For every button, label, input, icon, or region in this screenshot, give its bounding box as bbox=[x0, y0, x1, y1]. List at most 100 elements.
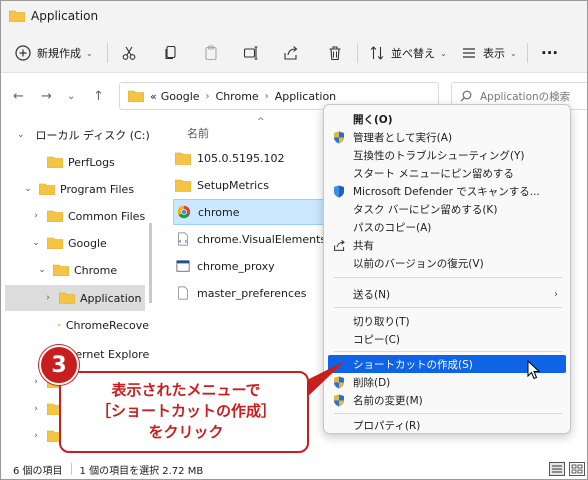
file-item-label: chrome_proxy bbox=[197, 259, 275, 273]
folder-icon bbox=[47, 237, 63, 249]
chrome-icon bbox=[177, 205, 191, 219]
tree-item-chrome[interactable]: ⌄ Chrome bbox=[1, 257, 149, 283]
chevron-right-icon: › bbox=[34, 211, 38, 221]
tree-item-application[interactable]: › Application bbox=[5, 285, 145, 311]
file-item-chrome-proxy[interactable]: chrome_proxy bbox=[173, 253, 343, 279]
menu-item-cut[interactable]: 切り取り(T) bbox=[328, 312, 566, 330]
delete-button[interactable] bbox=[327, 41, 343, 65]
defender-shield-icon bbox=[331, 184, 347, 198]
menu-item-rename[interactable]: 名前の変更(M) bbox=[328, 391, 566, 409]
mouse-cursor-icon bbox=[527, 360, 541, 380]
toolbar-divider bbox=[527, 43, 528, 63]
file-item-version-folder[interactable]: 105.0.5195.102 bbox=[173, 145, 343, 171]
step-number-badge: 3 bbox=[39, 345, 79, 385]
chevron-down-icon: ⌄ bbox=[510, 48, 517, 58]
tree-item-label: Google bbox=[68, 236, 107, 250]
file-item-master-preferences[interactable]: master_preferences bbox=[173, 280, 343, 306]
file-item-chrome[interactable]: chrome bbox=[173, 199, 343, 225]
menu-item-defender-scan[interactable]: Microsoft Defender でスキャンする... bbox=[328, 182, 566, 200]
tree-item-label: ternet Explorer bbox=[71, 347, 149, 361]
new-button-label: 新規作成 bbox=[37, 47, 81, 60]
file-item-setupmetrics[interactable]: SetupMetrics bbox=[173, 172, 343, 198]
details-view-icon[interactable] bbox=[549, 462, 565, 476]
folder-icon bbox=[47, 156, 63, 168]
plus-circle-icon bbox=[15, 45, 31, 61]
breadcrumb-application[interactable]: Application bbox=[275, 90, 336, 103]
chevron-down-icon: ⌄ bbox=[17, 130, 25, 140]
menu-item-troubleshoot[interactable]: 互換性のトラブルシューティング(Y) bbox=[328, 146, 566, 164]
title-bar: Application bbox=[1, 1, 587, 33]
callout-line-1: 表示されたメニューで bbox=[111, 381, 261, 399]
explorer-window: Application 新規作成 ⌄ 並べ替え ⌄ 表示 ⌄ ... ← → ⌄… bbox=[0, 0, 588, 480]
folder-icon bbox=[53, 264, 69, 276]
menu-separator bbox=[334, 351, 562, 352]
tiles-view-icon[interactable] bbox=[569, 462, 585, 476]
chevron-down-icon: ⌄ bbox=[440, 48, 447, 58]
column-header-name[interactable]: 名前 bbox=[187, 125, 209, 141]
xml-file-icon bbox=[178, 232, 188, 246]
menu-item-run-as-admin[interactable]: 管理者として実行(A) bbox=[328, 128, 566, 146]
menu-item-restore-versions[interactable]: 以前のバージョンの復元(V) bbox=[328, 254, 566, 272]
paste-button[interactable] bbox=[203, 41, 219, 65]
menu-item-pin-taskbar[interactable]: タスク バーにピン留めする(K) bbox=[328, 200, 566, 218]
tree-item-common-files[interactable]: › Common Files bbox=[1, 203, 149, 229]
tree-item-perflogs[interactable]: PerfLogs bbox=[1, 149, 149, 175]
pane-scrollbar[interactable] bbox=[149, 223, 152, 303]
toolbar-divider bbox=[107, 43, 108, 63]
file-item-label: master_preferences bbox=[197, 286, 307, 300]
menu-item-copy[interactable]: コピー(C) bbox=[328, 330, 566, 348]
view-button[interactable]: 表示 ⌄ bbox=[461, 41, 517, 65]
file-icon bbox=[178, 286, 188, 300]
share-button[interactable] bbox=[283, 41, 299, 65]
recent-chevron-icon[interactable]: ⌄ bbox=[67, 91, 75, 102]
menu-item-share[interactable]: 共有 bbox=[328, 236, 566, 254]
breadcrumb-chrome[interactable]: Chrome bbox=[216, 90, 259, 103]
tree-item-chromerecovery[interactable]: ChromeRecove bbox=[1, 312, 149, 338]
folder-icon bbox=[58, 324, 61, 326]
more-options-button[interactable]: ... bbox=[541, 37, 558, 61]
breadcrumb-overflow[interactable]: « bbox=[150, 90, 157, 103]
view-list-icon bbox=[463, 48, 475, 58]
tree-item-program-files[interactable]: ⌄ Program Files bbox=[1, 176, 149, 202]
chevron-down-icon: ⌄ bbox=[32, 238, 40, 248]
menu-item-pin-start[interactable]: スタート メニューにピン留めする bbox=[328, 164, 566, 182]
chevron-right-icon: › bbox=[46, 293, 50, 303]
tree-item-label: Program Files bbox=[60, 182, 135, 196]
file-item-visualelements[interactable]: chrome.VisualElementsManit bbox=[173, 226, 343, 252]
folder-icon bbox=[47, 210, 63, 222]
command-bar: 新規作成 ⌄ 並べ替え ⌄ 表示 ⌄ ... bbox=[1, 33, 587, 73]
cut-button[interactable] bbox=[121, 41, 137, 65]
back-arrow-icon[interactable]: ← bbox=[13, 89, 24, 104]
tree-item-google[interactable]: ⌄ Google bbox=[1, 230, 149, 256]
sort-up-icon: ^ bbox=[257, 117, 265, 127]
sort-icon bbox=[370, 46, 384, 60]
copy-button[interactable] bbox=[163, 41, 179, 65]
callout-line-2: ［ショートカットの作成］ bbox=[95, 402, 276, 420]
chevron-down-icon: ⌄ bbox=[38, 265, 46, 275]
chevron-right-icon: › bbox=[34, 431, 38, 441]
menu-item-copy-path[interactable]: パスのコピー(A) bbox=[328, 218, 566, 236]
forward-arrow-icon[interactable]: → bbox=[41, 89, 52, 104]
menu-item-properties[interactable]: プロパティ(R) bbox=[328, 416, 566, 434]
up-arrow-icon[interactable]: ↑ bbox=[93, 89, 104, 104]
menu-item-send-to[interactable]: 送る(N) › bbox=[328, 285, 566, 303]
folder-icon bbox=[39, 183, 55, 195]
file-item-label: chrome bbox=[198, 205, 240, 219]
breadcrumb-google[interactable]: Google bbox=[161, 90, 200, 103]
chevron-right-icon: › bbox=[34, 404, 38, 414]
rename-button[interactable] bbox=[243, 41, 259, 65]
new-button[interactable]: 新規作成 ⌄ bbox=[15, 41, 93, 65]
uac-shield-icon bbox=[331, 130, 347, 144]
file-item-label: 105.0.5195.102 bbox=[197, 151, 285, 165]
chevron-down-icon: ⌄ bbox=[24, 184, 32, 194]
uac-shield-icon bbox=[331, 375, 347, 389]
menu-item-open[interactable]: 開く(O) bbox=[328, 110, 566, 128]
sort-button[interactable]: 並べ替え ⌄ bbox=[369, 41, 447, 65]
chevron-right-icon: › bbox=[554, 288, 558, 300]
menu-separator bbox=[334, 307, 562, 308]
tree-item-local-disk[interactable]: ⌄ ローカル ディスク (C:) bbox=[1, 122, 150, 148]
status-item-count: 6 個の項目 bbox=[13, 465, 63, 477]
sort-button-label: 並べ替え bbox=[391, 47, 435, 60]
chevron-down-icon: ⌄ bbox=[86, 48, 93, 58]
file-item-label: SetupMetrics bbox=[197, 178, 269, 192]
